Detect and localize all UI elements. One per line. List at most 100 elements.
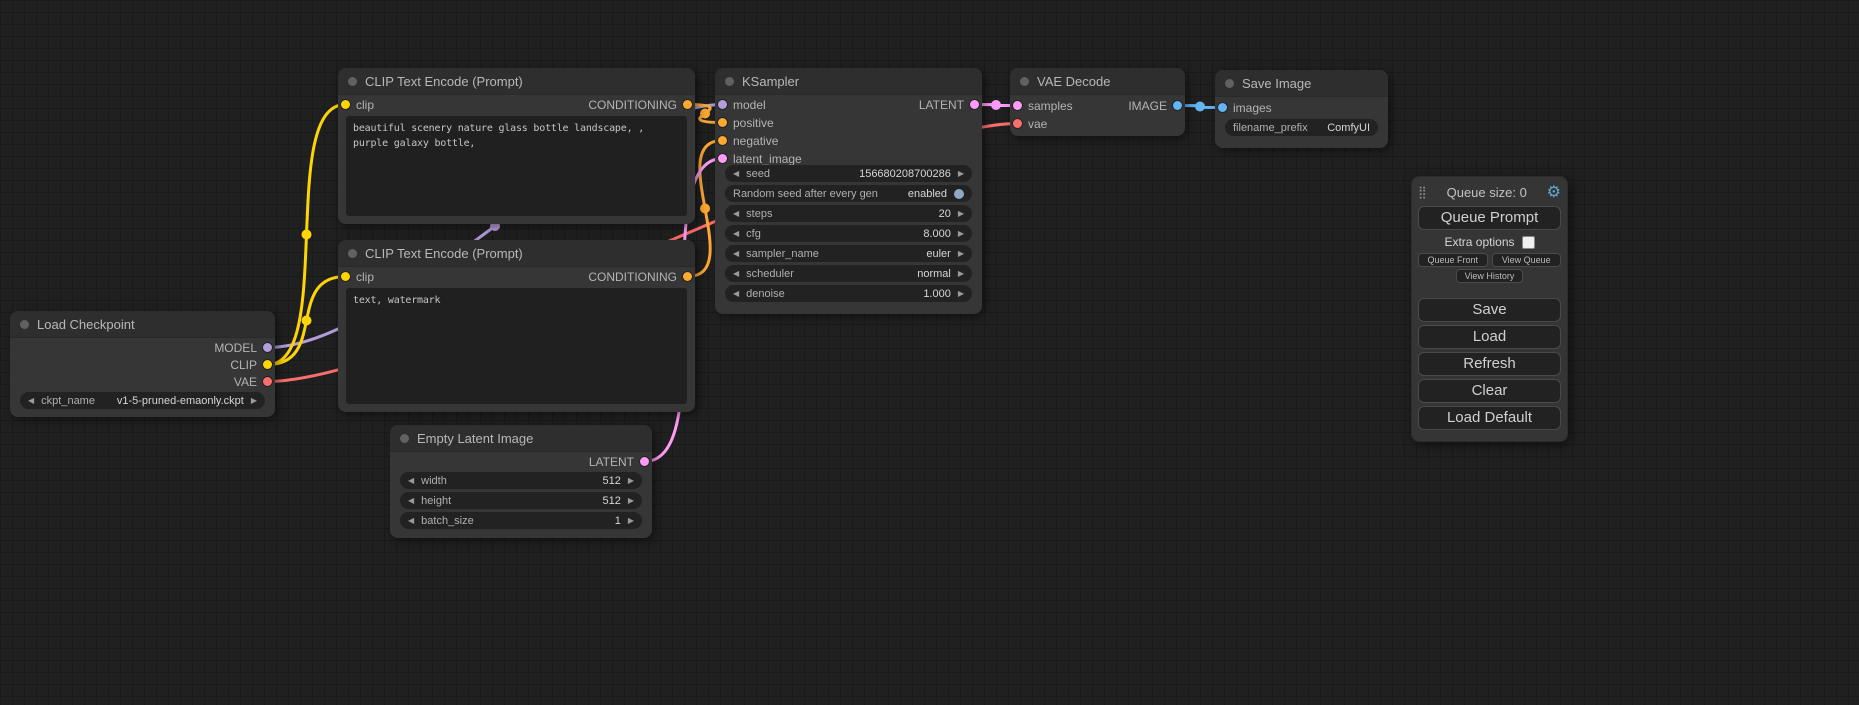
increment-arrow-icon[interactable]: ▶: [628, 517, 634, 525]
input-slot-model[interactable]: model: [718, 96, 766, 113]
widget-ckpt-name[interactable]: ◀ ckpt_name v1-5-pruned-emaonly.ckpt ▶: [20, 392, 265, 409]
output-slot-latent[interactable]: LATENT: [919, 96, 979, 113]
node-save-image[interactable]: Save Image images filename_prefix ComfyU…: [1215, 70, 1388, 148]
node-status-dot[interactable]: [348, 77, 357, 86]
input-slot-samples[interactable]: samples: [1013, 97, 1073, 114]
drag-handle-icon[interactable]: ⣿: [1418, 185, 1427, 199]
node-title-bar[interactable]: Save Image: [1215, 70, 1388, 97]
node-vae-decode[interactable]: VAE Decode samples vae IMAGE: [1010, 68, 1185, 136]
queue-front-button[interactable]: Queue Front: [1418, 253, 1488, 267]
widget-width[interactable]: ◀ width 512 ▶: [400, 472, 642, 489]
node-empty-latent-image[interactable]: Empty Latent Image LATENT ◀ width 512 ▶ …: [390, 425, 652, 538]
decrement-arrow-icon[interactable]: ◀: [733, 270, 739, 278]
node-clip-text-encode-positive[interactable]: CLIP Text Encode (Prompt) clip CONDITION…: [338, 68, 695, 224]
node-status-dot[interactable]: [725, 77, 734, 86]
increment-arrow-icon[interactable]: ▶: [958, 170, 964, 178]
output-slot-clip[interactable]: CLIP: [230, 356, 272, 373]
node-status-dot[interactable]: [1020, 77, 1029, 86]
slot-dot[interactable]: [970, 100, 979, 109]
node-title-bar[interactable]: Empty Latent Image: [390, 425, 652, 452]
node-status-dot[interactable]: [1225, 79, 1234, 88]
decrement-arrow-icon[interactable]: ◀: [733, 210, 739, 218]
node-load-checkpoint[interactable]: Load Checkpoint MODEL CLIP VAE ◀ ckpt_na…: [10, 311, 275, 417]
output-slot-latent[interactable]: LATENT: [589, 453, 649, 470]
decrement-arrow-icon[interactable]: ◀: [408, 497, 414, 505]
prompt-textarea[interactable]: text, watermark: [346, 288, 687, 404]
queue-prompt-button[interactable]: Queue Prompt: [1418, 206, 1561, 230]
increment-arrow-icon[interactable]: ▶: [958, 270, 964, 278]
increment-arrow-icon[interactable]: ▶: [628, 497, 634, 505]
widget-steps[interactable]: ◀ steps 20 ▶: [725, 205, 972, 222]
widget-scheduler[interactable]: ◀ scheduler normal ▶: [725, 265, 972, 282]
decrement-arrow-icon[interactable]: ◀: [733, 290, 739, 298]
widget-random-seed-toggle[interactable]: Random seed after every gen enabled: [725, 185, 972, 202]
prompt-textarea[interactable]: beautiful scenery nature glass bottle la…: [346, 116, 687, 216]
decrement-arrow-icon[interactable]: ◀: [28, 397, 34, 405]
widget-filename-prefix[interactable]: filename_prefix ComfyUI: [1225, 119, 1378, 136]
slot-dot[interactable]: [683, 100, 692, 109]
decrement-arrow-icon[interactable]: ◀: [733, 230, 739, 238]
input-slot-vae[interactable]: vae: [1013, 115, 1047, 132]
increment-arrow-icon[interactable]: ▶: [958, 250, 964, 258]
graph-canvas[interactable]: { "icons": { "drag_handle": "⣿", "gear":…: [0, 0, 1859, 705]
input-slot-clip[interactable]: clip: [341, 96, 374, 113]
decrement-arrow-icon[interactable]: ◀: [408, 477, 414, 485]
view-queue-button[interactable]: View Queue: [1492, 253, 1562, 267]
output-slot-conditioning[interactable]: CONDITIONING: [588, 96, 692, 113]
slot-dot[interactable]: [263, 360, 272, 369]
slot-dot[interactable]: [1218, 103, 1227, 112]
output-slot-vae[interactable]: VAE: [234, 373, 272, 390]
input-slot-negative[interactable]: negative: [718, 132, 778, 149]
slot-dot[interactable]: [263, 343, 272, 352]
extra-options-checkbox[interactable]: [1522, 236, 1535, 249]
slot-dot[interactable]: [1013, 119, 1022, 128]
increment-arrow-icon[interactable]: ▶: [958, 210, 964, 218]
widget-denoise[interactable]: ◀ denoise 1.000 ▶: [725, 285, 972, 302]
increment-arrow-icon[interactable]: ▶: [958, 290, 964, 298]
node-ksampler[interactable]: KSampler model positive negative latent_…: [715, 68, 982, 314]
decrement-arrow-icon[interactable]: ◀: [408, 517, 414, 525]
node-status-dot[interactable]: [20, 320, 29, 329]
save-button[interactable]: Save: [1418, 298, 1561, 322]
increment-arrow-icon[interactable]: ▶: [628, 477, 634, 485]
load-button[interactable]: Load: [1418, 325, 1561, 349]
widget-seed[interactable]: ◀ seed 156680208700286 ▶: [725, 165, 972, 182]
refresh-button[interactable]: Refresh: [1418, 352, 1561, 376]
settings-gear-icon[interactable]: ⚙: [1547, 182, 1561, 202]
node-status-dot[interactable]: [400, 434, 409, 443]
input-slot-images[interactable]: images: [1218, 99, 1272, 116]
slot-dot[interactable]: [263, 377, 272, 386]
slot-dot[interactable]: [640, 457, 649, 466]
widget-height[interactable]: ◀ height 512 ▶: [400, 492, 642, 509]
slot-dot[interactable]: [718, 118, 727, 127]
toggle-indicator-icon[interactable]: [954, 189, 964, 199]
decrement-arrow-icon[interactable]: ◀: [733, 170, 739, 178]
output-slot-image[interactable]: IMAGE: [1128, 97, 1182, 114]
clear-button[interactable]: Clear: [1418, 379, 1561, 403]
node-title-bar[interactable]: KSampler: [715, 68, 982, 95]
widget-batch-size[interactable]: ◀ batch_size 1 ▶: [400, 512, 642, 529]
slot-dot[interactable]: [718, 136, 727, 145]
node-status-dot[interactable]: [348, 249, 357, 258]
node-title-bar[interactable]: CLIP Text Encode (Prompt): [338, 68, 695, 95]
node-title-bar[interactable]: Load Checkpoint: [10, 311, 275, 338]
node-title-bar[interactable]: VAE Decode: [1010, 68, 1185, 95]
input-slot-positive[interactable]: positive: [718, 114, 774, 131]
increment-arrow-icon[interactable]: ▶: [251, 397, 257, 405]
output-slot-model[interactable]: MODEL: [214, 339, 272, 356]
slot-dot[interactable]: [1013, 101, 1022, 110]
slot-dot[interactable]: [341, 272, 350, 281]
view-history-button[interactable]: View History: [1456, 269, 1524, 283]
node-title-bar[interactable]: CLIP Text Encode (Prompt): [338, 240, 695, 267]
slot-dot[interactable]: [683, 272, 692, 281]
widget-cfg[interactable]: ◀ cfg 8.000 ▶: [725, 225, 972, 242]
slot-dot[interactable]: [1173, 101, 1182, 110]
increment-arrow-icon[interactable]: ▶: [958, 230, 964, 238]
widget-sampler-name[interactable]: ◀ sampler_name euler ▶: [725, 245, 972, 262]
decrement-arrow-icon[interactable]: ◀: [733, 250, 739, 258]
slot-dot[interactable]: [341, 100, 350, 109]
slot-dot[interactable]: [718, 100, 727, 109]
output-slot-conditioning[interactable]: CONDITIONING: [588, 268, 692, 285]
slot-dot[interactable]: [718, 154, 727, 163]
load-default-button[interactable]: Load Default: [1418, 406, 1561, 430]
